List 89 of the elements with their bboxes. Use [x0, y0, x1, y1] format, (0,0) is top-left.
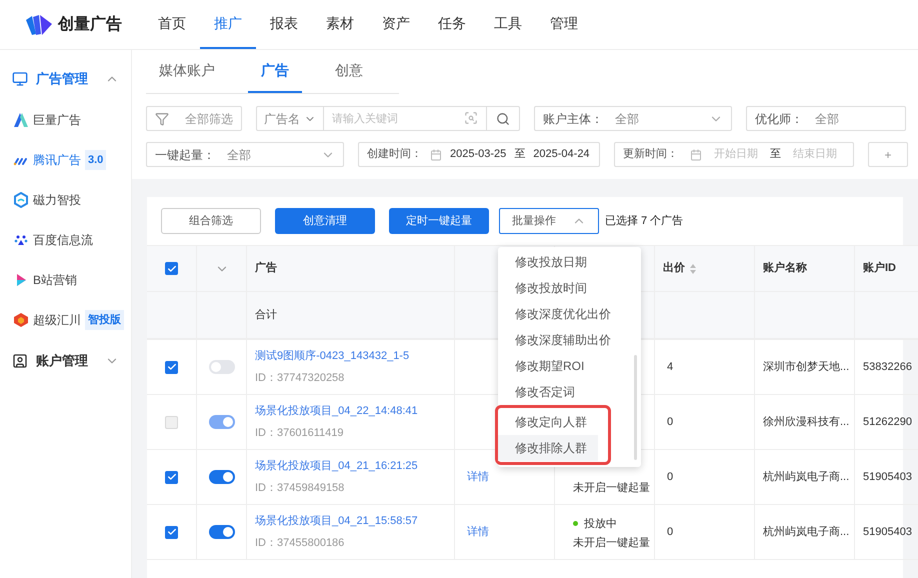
table-cell: 深圳市创梦天地... [755, 340, 855, 395]
menu-item[interactable]: 修改否定词 [498, 379, 631, 405]
checkbox[interactable] [165, 262, 178, 275]
menu-item[interactable]: 修改深度辅助出价 [498, 327, 631, 353]
nav-tab[interactable]: 管理 [536, 0, 592, 49]
sidebar-item[interactable]: 巨量广告 [0, 100, 131, 140]
table-cell: 0 [655, 395, 755, 450]
toolbar-button[interactable]: 定时一键起量 [389, 208, 489, 234]
user-card-icon [12, 353, 28, 369]
menu-item[interactable]: 修改投放时间 [498, 275, 631, 301]
sidebar-item[interactable]: B站营销 [0, 260, 131, 300]
hexagon-logo-icon [13, 192, 29, 208]
nav-tab[interactable]: 资产 [368, 0, 424, 49]
boost-select[interactable]: 一键起量： 全部 [146, 142, 344, 167]
status-label: 投放中 [573, 516, 617, 532]
selection-count: 已选择 7 个广告 [605, 214, 684, 229]
ad-name-link[interactable]: 场景化投放项目_04_21_16:21:25 [255, 458, 418, 474]
nav-tab[interactable]: 工具 [480, 0, 536, 49]
sidebar-item[interactable]: 磁力智投 [0, 180, 131, 220]
ad-name-link[interactable]: 测试9图顺序-0423_143432_1-5 [255, 348, 410, 364]
content-tab[interactable]: 媒体账户 [146, 50, 228, 93]
table-cell: 51905403 [855, 450, 918, 505]
sidebar-group[interactable]: 广告管理 [0, 58, 131, 100]
table-cell: 51905403 [855, 505, 918, 560]
menu-item[interactable]: 修改定向人群 [498, 409, 598, 435]
keyword-field[interactable]: 请输入关键词 [324, 106, 486, 131]
toolbar-button[interactable]: 创意清理 [275, 208, 375, 234]
nav-tab[interactable]: 首页 [144, 0, 200, 49]
ad-id: ID：37455800186 [255, 536, 344, 551]
details-link[interactable]: 详情 [467, 468, 489, 486]
toolbar-button[interactable]: 组合筛选 [161, 208, 261, 234]
boost-status: 未开启一键起量 [573, 536, 650, 550]
total-cell: 合计 [247, 292, 455, 340]
optimizer-select[interactable]: 优化师： 全部 [746, 106, 906, 131]
table-cell: 0 [655, 450, 755, 505]
nav-tab[interactable]: 报表 [256, 0, 312, 49]
table-cell: 51262290 [855, 395, 918, 450]
header-cell: 账户ID [855, 245, 918, 292]
version-badge: 3.0 [85, 150, 106, 170]
header-cell: 账户名称 [755, 245, 855, 292]
toggle-switch[interactable] [208, 470, 234, 484]
batch-operation-select[interactable]: 批量操作 [499, 208, 599, 234]
search-icon [496, 112, 510, 126]
filter-icon [155, 112, 169, 126]
toggle-switch[interactable] [208, 525, 234, 539]
table-cell: 杭州屿岚电子商... [755, 505, 855, 560]
calendar-icon [430, 148, 442, 160]
ad-name-link[interactable]: 场景化投放项目_04_21_15:58:57 [255, 512, 418, 529]
toggle-switch[interactable] [208, 360, 234, 374]
menu-item[interactable]: 修改深度优化出价 [498, 301, 631, 327]
details-link[interactable]: 详情 [467, 524, 489, 540]
menu-item[interactable]: 修改排除人群 [498, 435, 598, 461]
brand-logo-icon [24, 14, 54, 36]
calendar-icon [690, 148, 702, 160]
table-cell: 杭州屿岚电子商... [755, 450, 855, 505]
column-title: 出价 [663, 260, 685, 276]
account-subject-select[interactable]: 账户主体： 全部 [534, 106, 732, 131]
sidebar-item[interactable]: 百度信息流 [0, 220, 131, 260]
content-tab[interactable]: 创意 [322, 50, 376, 93]
version-badge: 智投版 [85, 310, 124, 330]
brand-name: 创量广告 [58, 14, 122, 34]
search-button[interactable] [486, 106, 520, 131]
triangle-logo-icon [13, 112, 29, 128]
nav-tab[interactable]: 任务 [424, 0, 480, 49]
boost-status: 未开启一键起量 [573, 481, 650, 495]
created-date-range[interactable]: 创建时间： 2025-03-25 至 2025-04-24 [358, 142, 600, 167]
field-select[interactable]: 广告名 [256, 106, 324, 131]
monitor-icon [12, 71, 28, 87]
table-cell: 53832266 [855, 340, 918, 395]
sidebar-group[interactable]: 账户管理 [0, 340, 131, 382]
nav-tab[interactable]: 素材 [312, 0, 368, 49]
cube-logo-icon [13, 312, 29, 328]
checkbox[interactable] [165, 360, 178, 374]
checkbox[interactable] [165, 526, 178, 538]
table-cell: 徐州欣漫科技有... [755, 395, 855, 450]
checkbox[interactable] [165, 470, 178, 484]
ad-id: ID：37459849158 [255, 481, 344, 496]
table-cell: 4 [655, 340, 755, 395]
content-tab[interactable]: 广告 [248, 50, 302, 93]
table-cell: 0 [655, 505, 755, 560]
menu-item[interactable]: 修改投放日期 [498, 249, 631, 275]
ad-id: ID：37747320258 [255, 371, 344, 386]
ad-id: ID：37601611419 [255, 426, 344, 441]
header-cell: 广告 [247, 245, 455, 292]
sidebar-item[interactable]: 腾讯广告 3.0 [0, 140, 131, 180]
sidebar-item[interactable]: 超级汇川 智投版 [0, 300, 131, 340]
scrollbar[interactable] [634, 355, 637, 460]
updated-date-range[interactable]: 更新时间： 开始日期 至 结束日期 [614, 142, 854, 167]
menu-item[interactable]: 修改期望ROI [498, 353, 631, 379]
